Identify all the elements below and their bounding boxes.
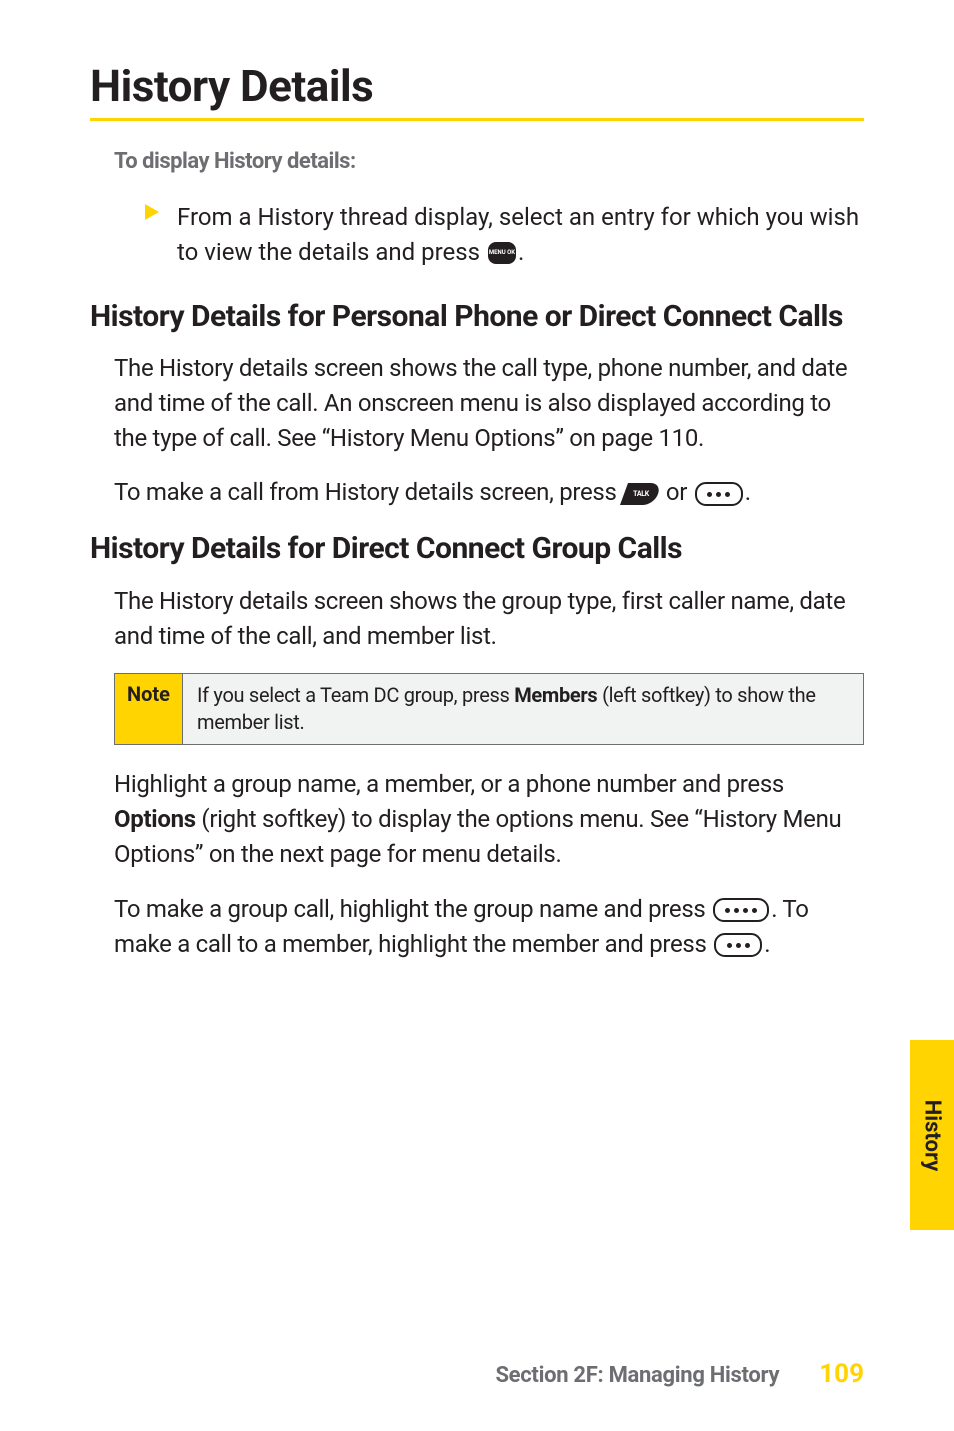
footer: Section 2F: Managing History 109	[90, 1359, 864, 1389]
bullet-arrow-icon	[145, 204, 159, 220]
note-body: If you select a Team DC group, press Mem…	[183, 674, 863, 744]
g2-pre: Highlight a group name, a member, or a p…	[114, 770, 784, 798]
p2-post: .	[745, 478, 751, 506]
talk-icon: TALK	[620, 483, 662, 505]
side-tab: History	[910, 1040, 954, 1230]
paragraph-personal-2: To make a call from History details scre…	[114, 475, 864, 510]
instruction-text-post: .	[518, 238, 524, 266]
g3-post: .	[764, 930, 770, 958]
dots-icon	[714, 933, 762, 957]
dot	[716, 492, 721, 497]
talk-icon-label: TALK	[624, 483, 658, 505]
dot	[727, 943, 732, 948]
subheading-group: History Details for Direct Connect Group…	[90, 530, 864, 568]
page-title: History Details	[90, 60, 864, 112]
dot	[745, 943, 750, 948]
title-rule	[90, 118, 864, 121]
subheading-personal: History Details for Personal Phone or Di…	[90, 298, 864, 336]
note-pre: If you select a Team DC group, press	[197, 683, 514, 707]
dot	[752, 908, 757, 913]
dot	[736, 943, 741, 948]
dot	[707, 492, 712, 497]
dots-icon	[695, 482, 743, 506]
footer-section: Section 2F: Managing History	[495, 1363, 779, 1388]
side-tab-label: History	[920, 1099, 945, 1171]
note-bold: Members	[514, 683, 597, 707]
g3-pre: To make a group call, highlight the grou…	[114, 895, 711, 923]
intro-heading: To display History details:	[114, 149, 864, 174]
g2-bold: Options	[114, 805, 196, 833]
note-label: Note	[115, 674, 183, 744]
dots-4-icon	[713, 898, 769, 922]
paragraph-personal-1: The History details screen shows the cal…	[114, 351, 864, 455]
paragraph-group-3: To make a group call, highlight the grou…	[114, 892, 864, 962]
paragraph-group-1: The History details screen shows the gro…	[114, 584, 864, 654]
dot	[734, 908, 739, 913]
g2-mid: (right softkey) to display the options m…	[114, 805, 841, 868]
p2-pre: To make a call from History details scre…	[114, 478, 622, 506]
paragraph-group-2: Highlight a group name, a member, or a p…	[114, 767, 864, 871]
menu-ok-icon: MENU OK	[488, 242, 516, 264]
instruction-list: From a History thread display, select an…	[145, 200, 864, 270]
p2-or: or	[660, 478, 693, 506]
dot	[743, 908, 748, 913]
footer-page-number: 109	[819, 1359, 864, 1389]
dot	[725, 908, 730, 913]
instruction-item: From a History thread display, select an…	[145, 200, 864, 270]
dot	[725, 492, 730, 497]
note-box: Note If you select a Team DC group, pres…	[114, 673, 864, 745]
menu-ok-icon-label: MENU OK	[489, 250, 515, 256]
